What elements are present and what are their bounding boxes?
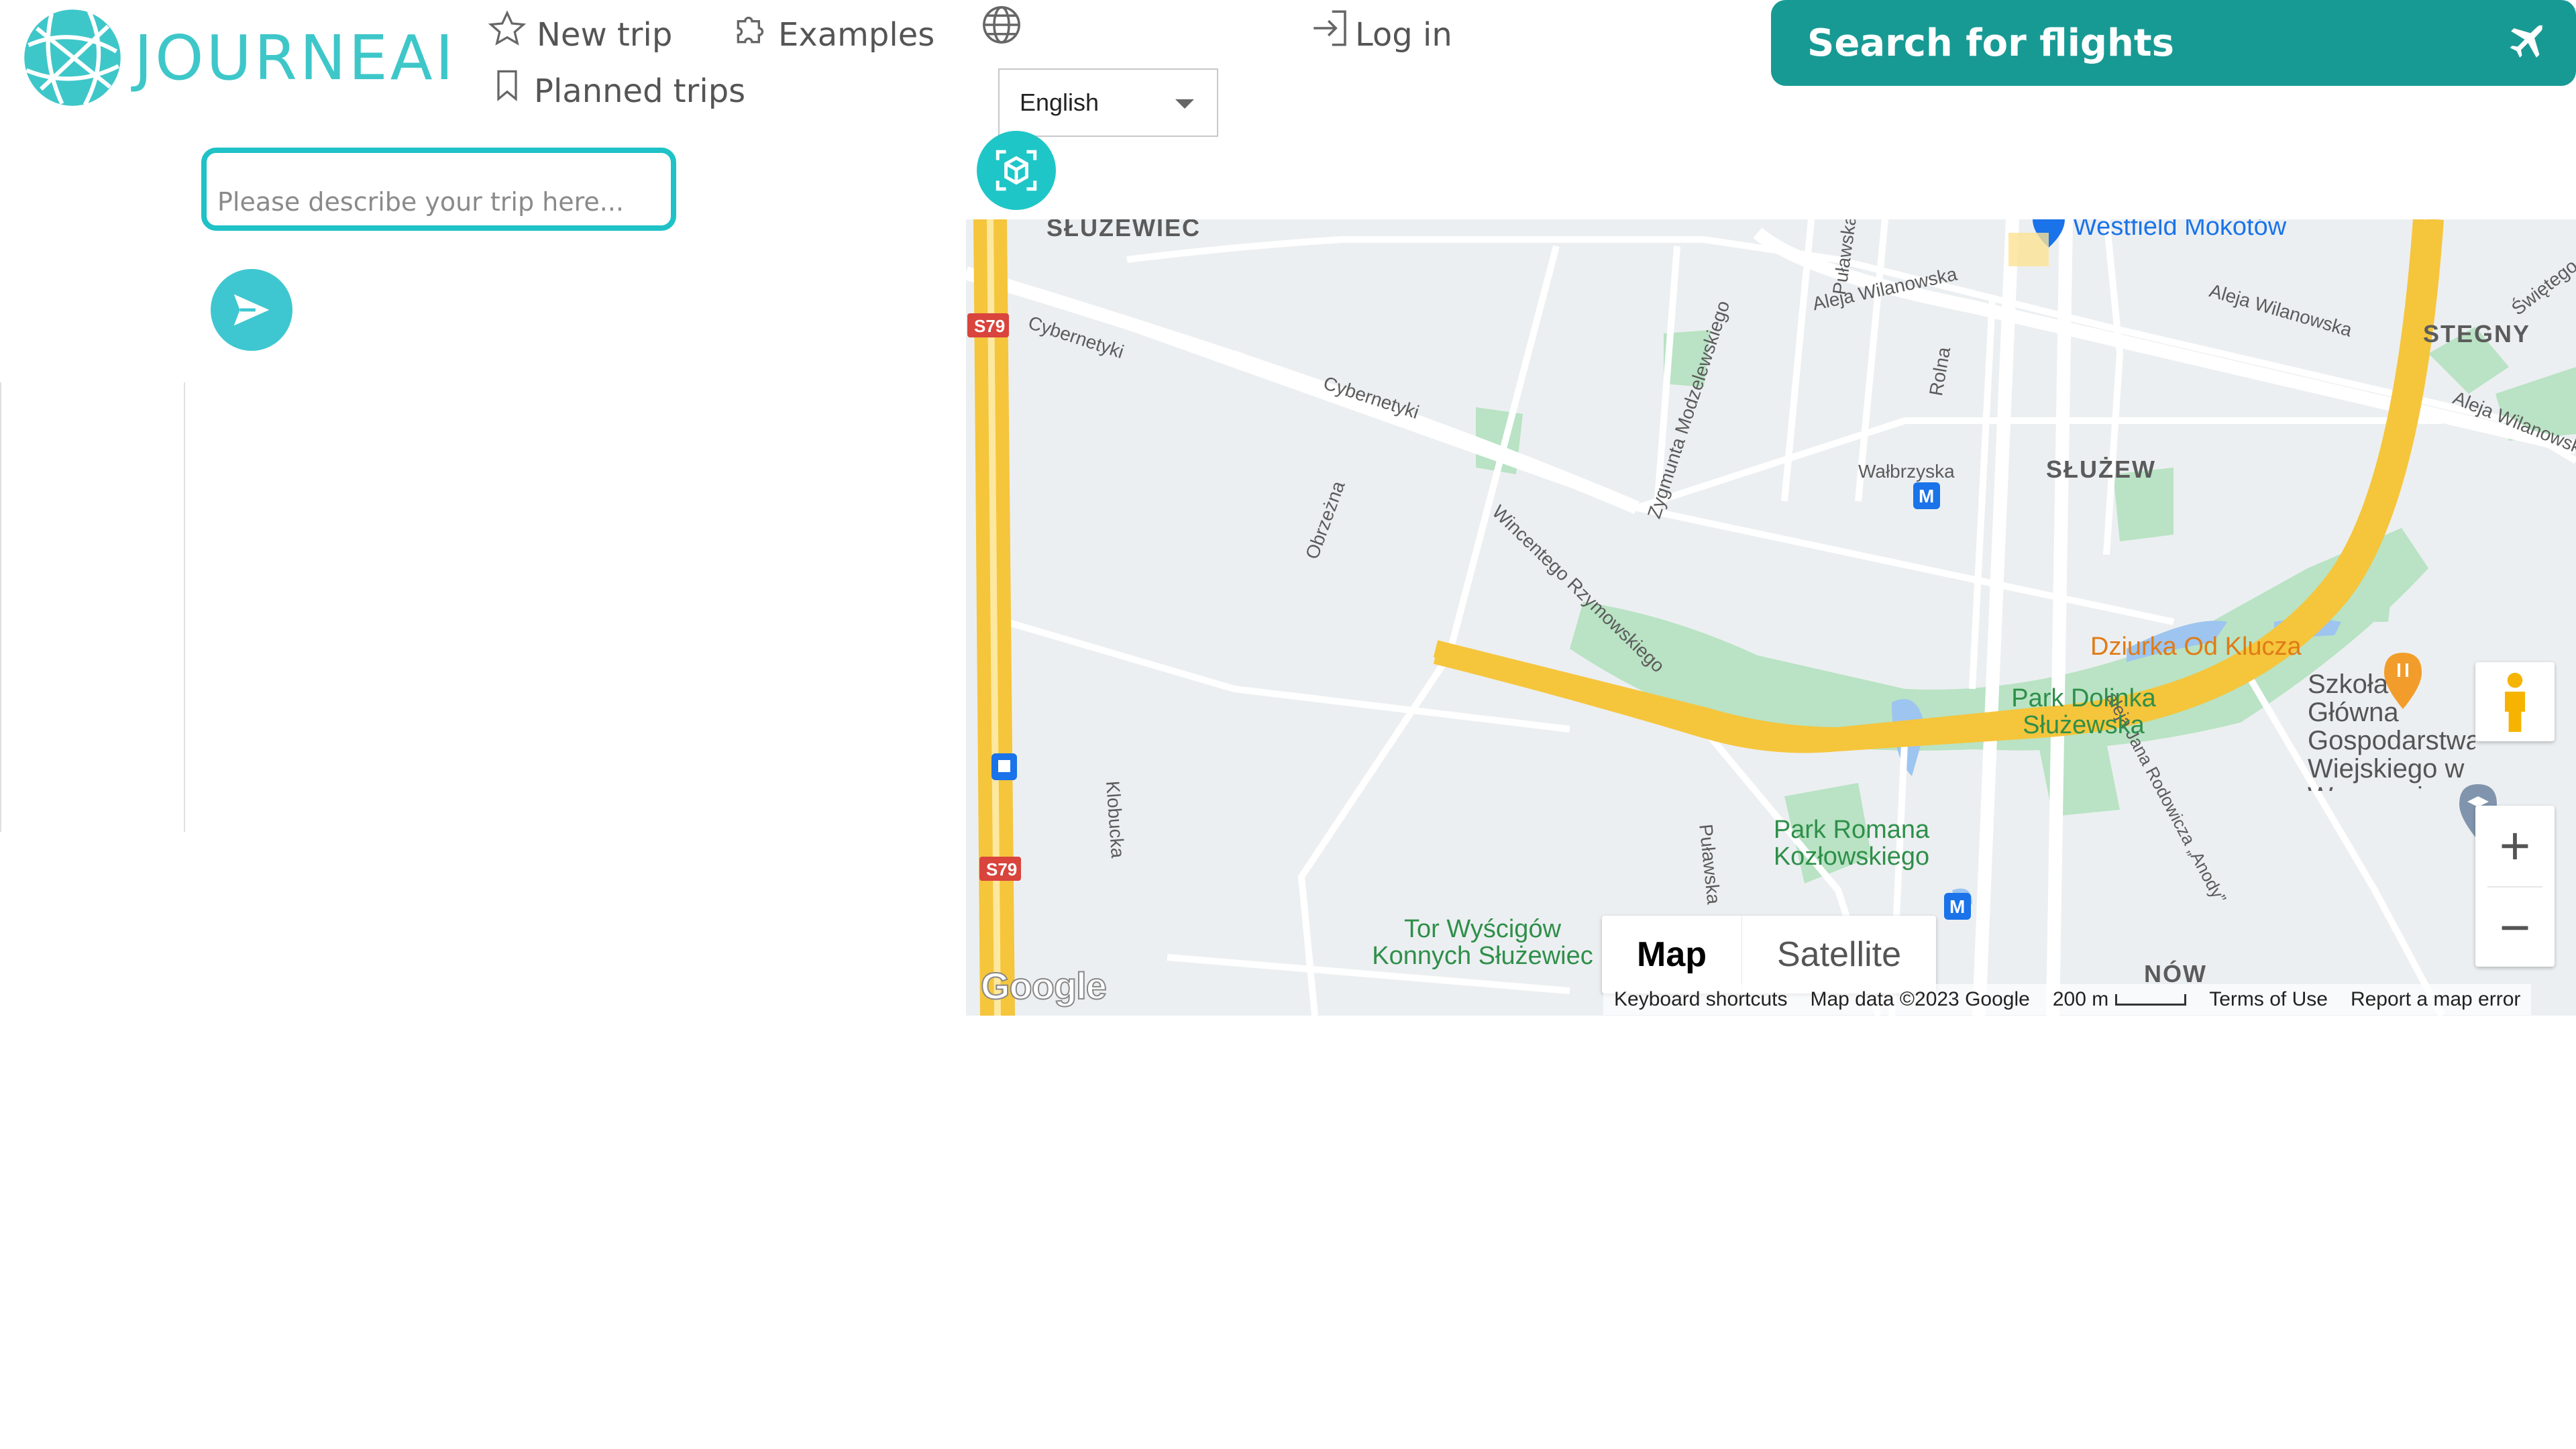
globe-logo-icon (24, 9, 121, 106)
airplane-icon (2510, 25, 2544, 58)
login-icon (1313, 10, 1346, 46)
svg-text:S79: S79 (974, 316, 1005, 336)
svg-text:M: M (1919, 486, 1934, 506)
map-canvas: S79 S79 M M (966, 219, 2576, 1016)
trip-description-field[interactable] (201, 148, 676, 231)
map-scale[interactable]: 200 m (2052, 988, 2187, 1011)
send-button[interactable] (211, 269, 292, 351)
brand-name: JOURNEAI (134, 21, 456, 94)
nav-planned-trips-label: Planned trips (534, 72, 746, 110)
ar-view-button[interactable] (977, 131, 1056, 210)
map-district-label: SŁUŻEWIEC (1046, 219, 1201, 241)
nav-examples[interactable]: Examples (731, 3, 934, 54)
send-icon (233, 294, 270, 326)
map-district-label: STEGNY (2423, 320, 2531, 347)
bookmark-icon (497, 70, 517, 102)
map-district-label: SŁUŻEW (2046, 455, 2156, 483)
map-school-label: Szkoła Główna Gospodarstwa Wiejskiego w … (2308, 670, 2475, 791)
star-icon (488, 10, 527, 46)
nav-login[interactable]: Log in (1308, 3, 1452, 54)
divider (0, 382, 1, 832)
map-poi-label: Dziurka Od Klucza (2090, 633, 2302, 661)
map-street-label: Wałbrzyska (1858, 461, 1955, 482)
map-park-label: Tor Wyścigów Konnych Służewiec (1372, 915, 1593, 970)
map-type-satellite-button[interactable]: Satellite (1741, 916, 1936, 994)
svg-text:M: M (1949, 896, 1965, 917)
puzzle-icon (737, 16, 764, 44)
nav-new-trip[interactable]: New trip (487, 4, 672, 54)
zoom-in-button[interactable]: + (2475, 806, 2555, 886)
language-selected: English (1020, 89, 1099, 116)
google-logo: Google (980, 964, 1108, 1008)
scale-bar (2115, 994, 2187, 1006)
cube-scan-icon (996, 150, 1037, 191)
map-type-toggle: Map Satellite (1602, 916, 1936, 994)
search-flights-button[interactable]: Search for flights (1771, 0, 2576, 86)
report-map-error-link[interactable]: Report a map error (2351, 988, 2520, 1011)
search-flights-label: Search for flights (1807, 21, 2174, 65)
terms-of-use-link[interactable]: Terms of Use (2209, 988, 2328, 1011)
nav-examples-label: Examples (778, 16, 935, 54)
trip-description-input[interactable] (216, 186, 671, 217)
map-scale-label: 200 m (2052, 988, 2109, 1010)
nav-new-trip-label: New trip (537, 16, 673, 54)
map-data-text: Map data ©2023 Google (1810, 988, 2030, 1010)
map-attribution-bar: Keyboard shortcuts Map data ©2023 Google… (1603, 984, 2532, 1015)
map-view[interactable]: S79 S79 M M SŁUŻEWIEC Westfield Mokotów … (966, 219, 2576, 1016)
chevron-down-icon (1175, 99, 1194, 109)
map-park-label: Park Romana Kozłowskiego (1773, 816, 1930, 871)
language-select[interactable]: English (998, 68, 1218, 137)
map-type-map-button[interactable]: Map (1602, 916, 1741, 994)
zoom-out-button[interactable]: − (2475, 888, 2555, 968)
nav-planned-trips[interactable]: Planned trips (490, 60, 745, 110)
map-poi-label: Westfield Mokotów (2073, 219, 2287, 241)
zoom-controls: + − (2475, 806, 2555, 967)
pegman-icon (2505, 672, 2525, 732)
divider (184, 382, 185, 832)
map-park-label: Park Dolinka Służewska (2011, 684, 2156, 739)
journeai-logo[interactable]: JOURNEAI (20, 5, 456, 110)
language-globe-icon[interactable] (979, 3, 1024, 50)
svg-text:S79: S79 (986, 859, 1017, 879)
street-view-pegman[interactable] (2475, 662, 2555, 741)
nav-login-label: Log in (1355, 16, 1452, 54)
keyboard-shortcuts-link[interactable]: Keyboard shortcuts (1614, 988, 1787, 1011)
